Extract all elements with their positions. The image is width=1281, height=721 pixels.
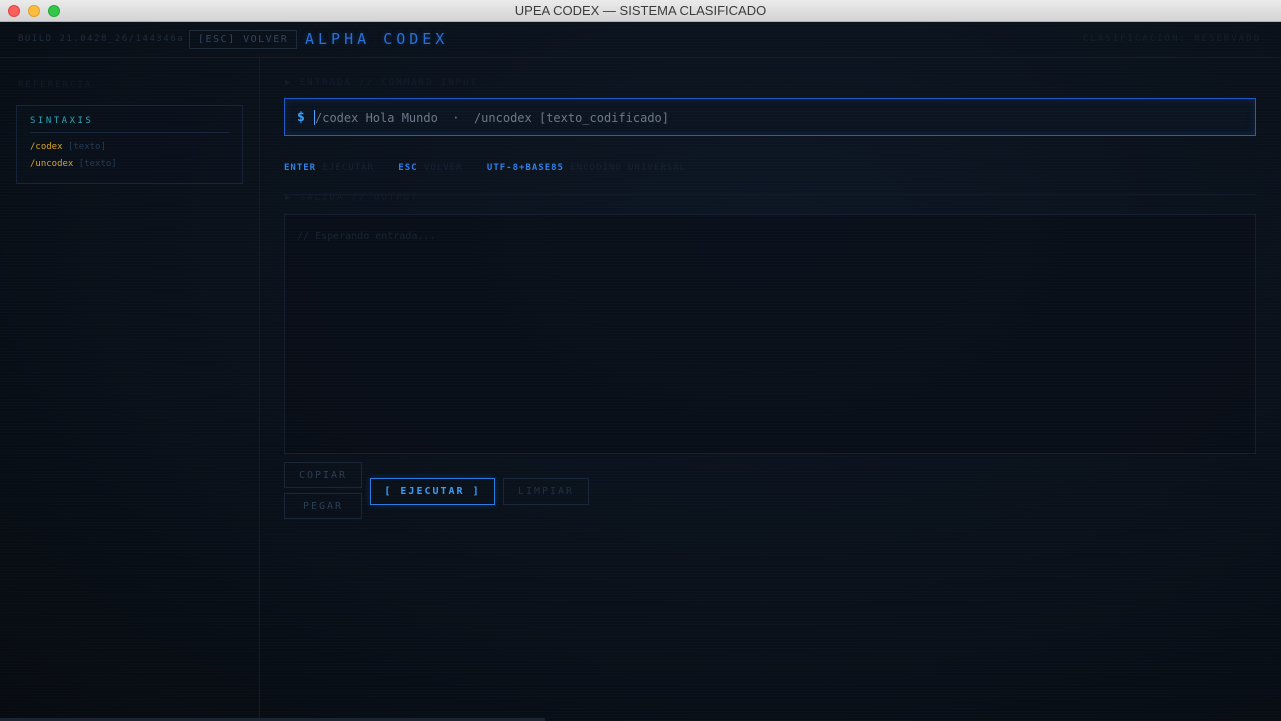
top-bar: BUILD 21.0428_26/144346a [ESC] VOLVER AL…	[0, 22, 1281, 58]
syntax-command: /uncodex	[30, 159, 74, 169]
syntax-panel: SINTAXIS /codex [texto] /uncodex [texto]	[16, 105, 243, 184]
clear-button[interactable]: LIMPIAR	[503, 478, 589, 505]
command-input[interactable]	[315, 105, 1245, 131]
esc-back-button[interactable]: [ESC] VOLVER	[189, 30, 298, 49]
hint-description: ENCODING UNIVERSAL	[570, 163, 686, 173]
main-panel: ▶ ENTRADA // COMMAND INPUT $ ENTER EJECU…	[260, 58, 1281, 721]
classification-label: CLASIFICACIÓN: RESERVADO	[1082, 34, 1261, 44]
app-container: BUILD 21.0428_26/144346a [ESC] VOLVER AL…	[0, 22, 1281, 721]
hint-description: VOLVER	[423, 163, 463, 173]
hint-key: ENTER	[284, 163, 317, 173]
window-title: UPEA CODEX — SISTEMA CLASIFICADO	[514, 3, 767, 18]
syntax-command: /codex	[30, 142, 63, 152]
command-input-box[interactable]: $	[284, 98, 1256, 136]
build-id: BUILD 21.0428_26/144346a	[18, 34, 185, 44]
syntax-title: SINTAXIS	[30, 116, 230, 133]
syntax-argument: [texto]	[67, 142, 106, 152]
output-placeholder: // Esperando entrada...	[297, 231, 436, 242]
hint-description: EJECUTAR	[322, 163, 374, 173]
hint-key: UTF-8+BASE85	[486, 163, 564, 173]
syntax-row-codex: /codex [texto]	[30, 142, 106, 152]
output-area[interactable]: // Esperando entrada...	[284, 214, 1256, 454]
prompt-symbol: $	[297, 110, 305, 125]
sidebar: REFERENCIA SINTAXIS /codex [texto] /unco…	[0, 58, 260, 721]
copy-button[interactable]: COPIAR	[284, 462, 362, 488]
execute-button[interactable]: [ EJECUTAR ]	[370, 478, 495, 505]
syntax-row-uncodex: /uncodex [texto]	[30, 159, 117, 169]
syntax-argument: [texto]	[78, 159, 117, 169]
section-divider	[284, 194, 1256, 195]
brand-title: ALPHA CODEX	[305, 30, 449, 48]
window-titlebar: UPEA CODEX — SISTEMA CLASIFICADO	[0, 0, 1281, 22]
sidebar-section-label: REFERENCIA	[18, 80, 93, 90]
paste-button[interactable]: PEGAR	[284, 493, 362, 519]
input-section-label: ▶ ENTRADA // COMMAND INPUT	[285, 78, 478, 88]
output-section-label: ▶ SALIDA // OUTPUT	[285, 193, 419, 203]
hint-key: ESC	[398, 163, 418, 173]
keyboard-hints: ENTER EJECUTAR ESC VOLVER UTF-8+BASE85 E…	[284, 163, 704, 173]
